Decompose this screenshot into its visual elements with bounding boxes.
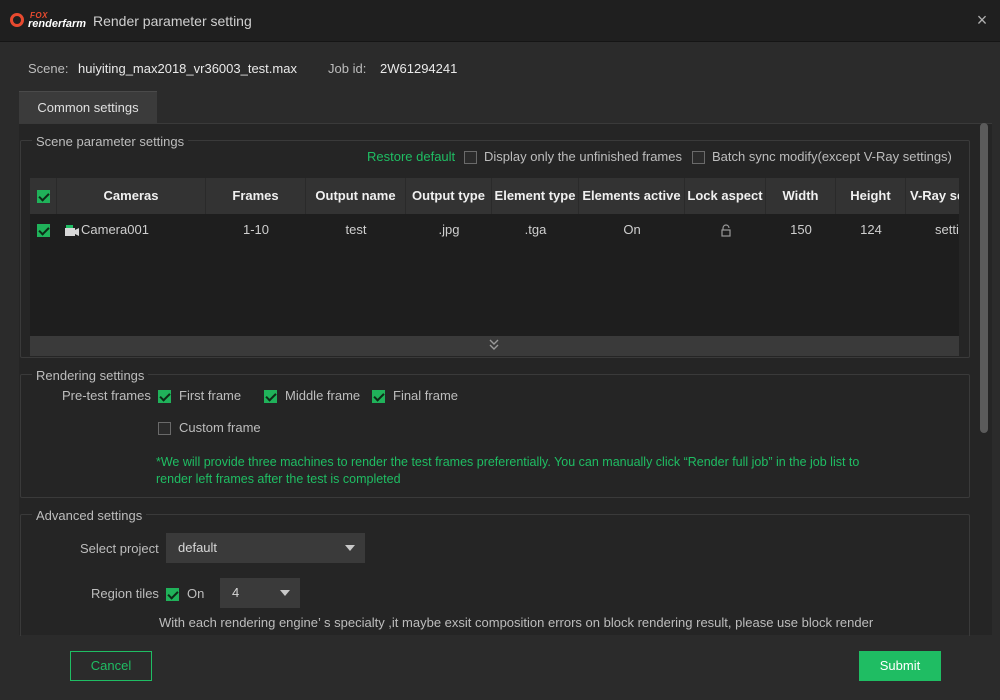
- region-tiles-label: Region tiles: [91, 586, 159, 601]
- advanced-settings-title: Advanced settings: [32, 508, 147, 523]
- logo-ring-icon: [10, 13, 24, 27]
- row-checkbox[interactable]: [30, 214, 57, 246]
- region-tiles-value: 4: [232, 585, 240, 600]
- custom-frame-checkbox[interactable]: [158, 420, 171, 436]
- cancel-button[interactable]: Cancel: [70, 651, 152, 681]
- first-frame-label: First frame: [179, 388, 242, 403]
- cell-camera: Camera001: [81, 222, 149, 237]
- submit-button[interactable]: Submit: [859, 651, 941, 681]
- select-project-value: default: [178, 540, 218, 555]
- close-icon[interactable]: ×: [972, 10, 992, 30]
- region-tiles-note: With each rendering engine’ s specialty …: [159, 615, 874, 630]
- select-project-label: Select project: [80, 541, 159, 556]
- col-element-type: Element type: [492, 178, 579, 214]
- region-tiles-on-label: On: [187, 586, 205, 601]
- cell-elements-active: On: [623, 222, 641, 237]
- rendering-settings-title: Rendering settings: [32, 368, 149, 383]
- batch-sync-label: Batch sync modify(except V-Ray settings): [712, 149, 952, 164]
- restore-default-link[interactable]: Restore default: [367, 149, 455, 164]
- col-cameras: Cameras: [57, 178, 206, 214]
- title-bar: FOX renderfarm Render parameter setting …: [0, 0, 1000, 42]
- scrollbar-thumb[interactable]: [980, 123, 988, 433]
- middle-frame-label: Middle frame: [285, 388, 361, 403]
- select-all-checkbox[interactable]: [30, 178, 57, 214]
- scene-value: huiyiting_max2018_vr36003_test.max: [78, 61, 297, 76]
- col-lock-aspect: Lock aspect: [685, 178, 766, 214]
- pretest-note-line1: *We will provide three machines to rende…: [156, 455, 860, 469]
- batch-sync-checkbox[interactable]: [692, 149, 705, 165]
- region-tiles-dropdown[interactable]: 4: [220, 578, 300, 608]
- final-frame-label: Final frame: [393, 388, 459, 403]
- col-width: Width: [766, 178, 836, 214]
- first-frame-checkbox[interactable]: [158, 388, 171, 404]
- final-frame-checkbox[interactable]: [372, 388, 385, 404]
- custom-frame-label: Custom frame: [179, 420, 261, 435]
- col-frames: Frames: [206, 178, 306, 214]
- col-height: Height: [836, 178, 906, 214]
- tab-common-settings[interactable]: Common settings: [19, 91, 157, 123]
- dropdown-caret-icon: [345, 545, 355, 551]
- cell-frames[interactable]: 1-10: [206, 214, 306, 246]
- display-unfinished-checkbox[interactable]: [464, 149, 477, 165]
- double-chevron-down-icon[interactable]: [488, 337, 500, 351]
- table-header: Cameras Frames Output name Output type E…: [30, 178, 959, 214]
- window-title: Render parameter setting: [93, 13, 252, 29]
- display-unfinished-label: Display only the unfinished frames: [484, 149, 682, 164]
- foxrenderfarm-logo: FOX renderfarm: [10, 11, 90, 33]
- select-project-dropdown[interactable]: default: [166, 533, 365, 563]
- col-elements-active: Elements active: [579, 178, 685, 214]
- cell-output-type: .jpg: [438, 222, 460, 237]
- content-scrollbar[interactable]: [979, 123, 989, 635]
- logo-renderfarm-text: renderfarm: [28, 18, 87, 30]
- cameras-table: Cameras Frames Output name Output type E…: [30, 178, 959, 356]
- job-id-value: 2W61294241: [380, 61, 458, 76]
- cell-element-type: .tga: [524, 222, 547, 237]
- table-expand-bar[interactable]: [30, 336, 959, 356]
- pretest-note-line2: render left frames after the test is com…: [156, 472, 401, 486]
- table-row[interactable]: Camera001 1-10 test .jpg .tga On 150 124…: [30, 214, 959, 246]
- middle-frame-checkbox[interactable]: [264, 388, 277, 404]
- col-vray-settings: V-Ray se: [906, 178, 959, 214]
- cell-height[interactable]: 124: [836, 214, 906, 246]
- job-id-label: Job id:: [328, 61, 367, 76]
- region-tiles-checkbox[interactable]: [166, 586, 179, 602]
- cell-width[interactable]: 150: [766, 214, 836, 246]
- col-output-type: Output type: [406, 178, 492, 214]
- cell-vray-settings-link[interactable]: setti: [906, 214, 959, 246]
- lock-icon[interactable]: [685, 214, 766, 246]
- cell-output-name[interactable]: test: [306, 214, 406, 246]
- advanced-settings-group: [20, 514, 970, 654]
- col-output-name: Output name: [306, 178, 406, 214]
- scene-parameter-title: Scene parameter settings: [32, 134, 189, 149]
- dropdown-caret-icon: [280, 590, 290, 596]
- camera-icon: [61, 214, 83, 246]
- scene-label: Scene:: [28, 61, 69, 76]
- pretest-frames-label: Pre-test frames: [62, 388, 151, 403]
